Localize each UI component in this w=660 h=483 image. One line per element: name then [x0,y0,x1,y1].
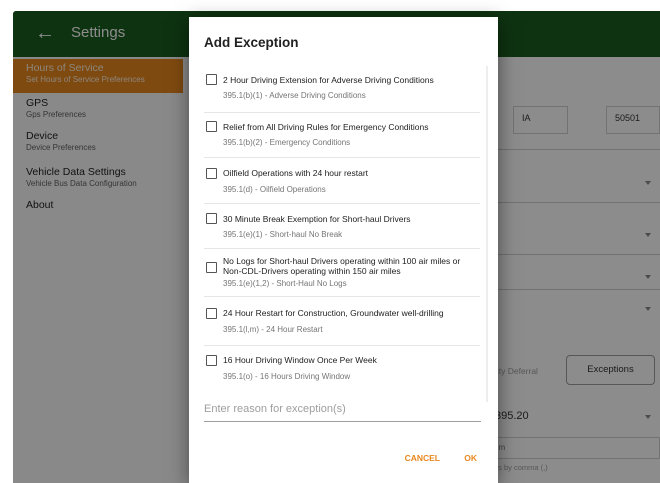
exception-checkbox[interactable] [206,262,217,273]
exception-title: 2 Hour Driving Extension for Adverse Dri… [223,75,434,85]
reason-input[interactable] [204,398,481,420]
exception-code: 395.1(b)(1) - Adverse Driving Conditions [223,91,366,100]
exception-row[interactable]: 24 Hour Restart for Construction, Ground… [204,297,480,346]
exception-code: 395.1(o) - 16 Hours Driving Window [223,372,351,381]
dropdown-arrow-icon[interactable] [645,415,651,419]
exception-code: 395.1(b)(2) - Emergency Conditions [223,138,351,147]
arrow-left-icon[interactable]: ← [35,21,59,45]
sidebar-item-subtitle: Device Preferences [26,143,96,152]
exception-list: 2 Hour Driving Extension for Adverse Dri… [189,64,498,402]
sidebar-item-title: Device [26,130,59,142]
exception-title: 24 Hour Restart for Construction, Ground… [223,308,444,318]
sidebar-item-title: Vehicle Data Settings [26,166,126,178]
exception-checkbox[interactable] [206,355,217,366]
state-field[interactable]: IA [513,106,568,134]
exception-code: 395.1(d) - Oilfield Operations [223,185,326,194]
exceptions-button[interactable]: Exceptions [566,355,655,385]
exception-title: 16 Hour Driving Window Once Per Week [223,355,377,365]
exception-title: Relief from All Driving Rules for Emerge… [223,122,429,132]
exception-checkbox[interactable] [206,74,217,85]
exception-title: Oilfield Operations with 24 hour restart [223,168,369,178]
exception-checkbox[interactable] [206,308,217,319]
hint-text: es by comma (,) [494,463,548,472]
reason-field-container [204,398,481,422]
sidebar-item-subtitle: Set Hours of Service Preferences [26,75,145,84]
sidebar-item-title: GPS [26,97,49,109]
exception-title: No Logs for Short-haul Drivers operating… [223,256,461,276]
sidebar-item-subtitle: Vehicle Bus Data Configuration [26,179,137,188]
exception-row[interactable]: 16 Hour Driving Window Once Per Week 395… [204,346,480,392]
deferral-label: uty Deferral [494,366,538,376]
cancel-button[interactable]: CANCEL [405,453,440,463]
settings-sidebar: Hours of Service Set Hours of Service Pr… [13,57,183,483]
exception-row[interactable]: 2 Hour Driving Extension for Adverse Dri… [204,64,480,113]
dropdown-arrow-icon[interactable] [645,181,651,185]
exception-row[interactable]: Relief from All Driving Rules for Emerge… [204,113,480,158]
exception-row[interactable]: 30 Minute Break Exemption for Short-haul… [204,204,480,249]
zip-field[interactable]: 50501 [606,106,660,134]
sidebar-item-hours-of-service[interactable]: Hours of Service Set Hours of Service Pr… [13,59,183,93]
divider [493,202,660,203]
dropdown-arrow-icon[interactable] [645,275,651,279]
rule-field[interactable]: om [489,437,660,459]
dialog-title: Add Exception [204,35,299,50]
sidebar-item-title: About [26,199,54,211]
divider [493,254,660,255]
ok-button[interactable]: OK [464,453,477,463]
add-exception-dialog: Add Exception 2 Hour Driving Extension f… [189,17,498,483]
exception-code: 395.1(e)(1,2) - Short-Haul No Logs [223,279,347,288]
sidebar-item-gps[interactable]: GPS Gps Preferences [13,97,183,123]
sidebar-item-title: Hours of Service [26,62,104,74]
sidebar-item-subtitle: Gps Preferences [26,110,87,119]
rule-value[interactable]: 395.20 [495,410,529,422]
page-title: Settings [71,24,126,41]
sidebar-item-vehicle-data-settings[interactable]: Vehicle Data Settings Vehicle Bus Data C… [13,166,183,192]
exception-title: 30 Minute Break Exemption for Short-haul… [223,214,411,224]
dropdown-arrow-icon[interactable] [645,307,651,311]
exception-checkbox[interactable] [206,168,217,179]
sidebar-item-about[interactable]: About [13,199,183,217]
exception-checkbox[interactable] [206,121,217,132]
sidebar-item-device[interactable]: Device Device Preferences [13,130,183,156]
divider [493,289,660,290]
exception-row[interactable]: No Logs for Short-haul Drivers operating… [204,249,480,297]
dropdown-arrow-icon[interactable] [645,233,651,237]
exception-code: 395.1(l,m) - 24 Hour Restart [223,325,323,334]
exception-checkbox[interactable] [206,213,217,224]
divider [493,149,660,150]
exception-code: 395.1(e)(1) - Short-haul No Break [223,230,343,239]
exception-row[interactable]: Oilfield Operations with 24 hour restart… [204,158,480,204]
